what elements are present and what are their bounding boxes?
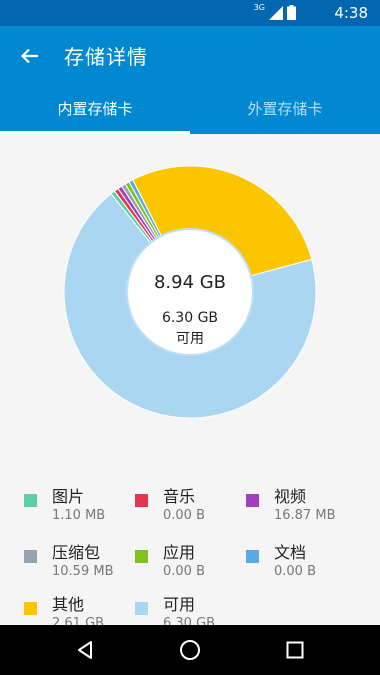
legend-swatch bbox=[24, 602, 37, 615]
legend-item-archives[interactable]: 压缩包 10.59 MB bbox=[24, 536, 134, 586]
clock: 4:38 bbox=[334, 4, 368, 22]
legend-item-music[interactable]: 音乐 0.00 B bbox=[135, 480, 245, 530]
legend-swatch bbox=[24, 550, 37, 563]
legend-swatch bbox=[24, 494, 37, 507]
app-bar: 存储详情 内置存储卡 外置存储卡 bbox=[0, 26, 380, 134]
nav-home-button[interactable] bbox=[160, 625, 220, 675]
signal-icon bbox=[269, 5, 283, 20]
storage-chart: 8.94 GB 6.30 GB 可用 bbox=[0, 134, 380, 464]
legend-size: 2.61 GB bbox=[52, 616, 105, 625]
legend-size: 6.30 GB bbox=[163, 616, 216, 625]
arrow-left-icon bbox=[20, 48, 38, 64]
back-button[interactable] bbox=[14, 40, 46, 72]
legend-name: 可用 bbox=[163, 595, 196, 614]
legend-item-other[interactable]: 其他 2.61 GB bbox=[24, 588, 134, 625]
legend-swatch bbox=[135, 550, 148, 563]
legend: 图片 1.10 MB 音乐 0.00 B 视频 16.87 MB 压缩包 10.… bbox=[0, 480, 380, 625]
available-size-label: 6.30 GB bbox=[161, 310, 219, 326]
home-circle-icon bbox=[180, 640, 200, 660]
status-bar: 3G 4:38 bbox=[0, 0, 380, 26]
legend-item-documents[interactable]: 文档 0.00 B bbox=[246, 536, 356, 586]
legend-swatch bbox=[246, 494, 259, 507]
battery-icon bbox=[287, 5, 296, 20]
nav-recents-button[interactable] bbox=[265, 625, 325, 675]
total-storage-label: 8.94 GB bbox=[153, 272, 227, 293]
donut-chart bbox=[63, 165, 317, 419]
legend-name: 图片 bbox=[52, 487, 85, 506]
tab-external-storage[interactable]: 外置存储卡 bbox=[190, 92, 380, 134]
legend-name: 压缩包 bbox=[52, 543, 101, 562]
back-triangle-icon bbox=[78, 641, 92, 659]
legend-swatch bbox=[246, 550, 259, 563]
legend-size: 1.10 MB bbox=[52, 508, 106, 523]
tab-internal-storage[interactable]: 内置存储卡 bbox=[0, 92, 190, 134]
legend-item-video[interactable]: 视频 16.87 MB bbox=[246, 480, 356, 530]
legend-size: 0.00 B bbox=[274, 564, 316, 579]
system-nav-bar bbox=[0, 625, 380, 675]
recents-square-icon bbox=[286, 641, 304, 659]
available-label: 可用 bbox=[176, 331, 204, 347]
legend-swatch bbox=[135, 602, 148, 615]
legend-item-available[interactable]: 可用 6.30 GB bbox=[135, 588, 245, 625]
legend-size: 10.59 MB bbox=[52, 564, 114, 579]
legend-size: 16.87 MB bbox=[274, 508, 336, 523]
status-icons: 3G bbox=[253, 2, 296, 20]
legend-item-pictures[interactable]: 图片 1.10 MB bbox=[24, 480, 134, 530]
legend-name: 视频 bbox=[274, 487, 307, 506]
legend-name: 音乐 bbox=[163, 487, 196, 506]
nav-back-button[interactable] bbox=[55, 625, 115, 675]
network-type-label: 3G bbox=[253, 2, 265, 12]
legend-size: 0.00 B bbox=[163, 564, 205, 579]
legend-item-apps[interactable]: 应用 0.00 B bbox=[135, 536, 245, 586]
legend-name: 应用 bbox=[163, 543, 196, 562]
page-title: 存储详情 bbox=[64, 45, 148, 69]
legend-name: 文档 bbox=[274, 543, 307, 562]
legend-size: 0.00 B bbox=[163, 508, 205, 523]
legend-swatch bbox=[135, 494, 148, 507]
legend-name: 其他 bbox=[52, 595, 85, 614]
